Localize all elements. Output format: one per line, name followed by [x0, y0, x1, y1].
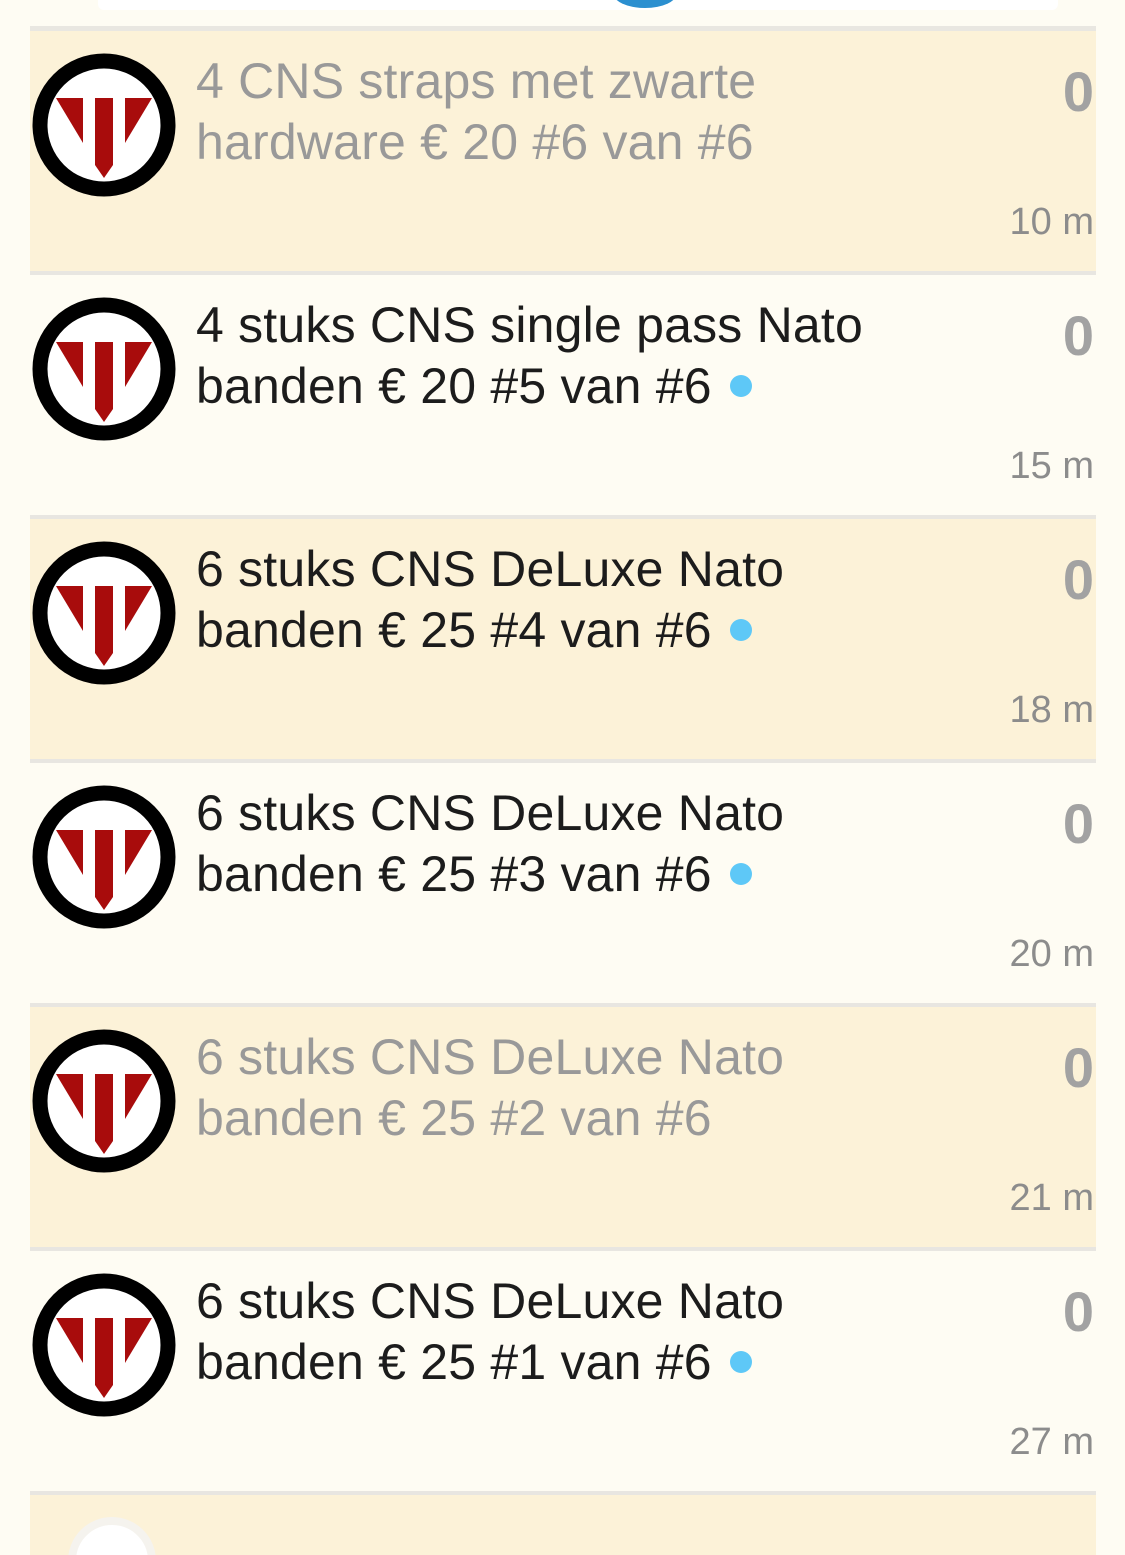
- reply-count: 0: [1062, 792, 1094, 855]
- reply-count: 0: [1062, 60, 1094, 123]
- topic-list: 4 CNS straps met zwarte hardware € 20 #6…: [30, 31, 1096, 1555]
- list-item[interactable]: 6 stuks CNS DeLuxe Nato banden € 25 #4 v…: [30, 519, 1096, 763]
- brand-logo-icon[interactable]: [32, 785, 176, 929]
- unread-indicator-icon: [729, 1351, 752, 1373]
- avatar[interactable]: [68, 1517, 156, 1555]
- list-item-partial[interactable]: [30, 1495, 1096, 1555]
- item-time: 21 m: [1009, 1177, 1094, 1219]
- reply-count: 0: [1062, 304, 1094, 367]
- top-card-edge: [98, 0, 1058, 10]
- brand-logo-icon[interactable]: [32, 1029, 176, 1173]
- item-time: 10 m: [1009, 201, 1094, 243]
- reply-count: 0: [1062, 548, 1094, 611]
- item-title[interactable]: 6 stuks CNS DeLuxe Nato banden € 25 #2 v…: [196, 1027, 916, 1149]
- brand-logo-icon[interactable]: [32, 1273, 176, 1417]
- item-title[interactable]: 6 stuks CNS DeLuxe Nato banden € 25 #4 v…: [196, 539, 916, 661]
- item-time: 18 m: [1009, 689, 1094, 731]
- brand-logo-icon[interactable]: [32, 541, 176, 685]
- item-title[interactable]: 4 stuks CNS single pass Nato banden € 20…: [196, 295, 916, 417]
- unread-indicator-icon: [729, 863, 752, 885]
- list-item[interactable]: 4 stuks CNS single pass Nato banden € 20…: [30, 275, 1096, 519]
- reply-count: 0: [1062, 1280, 1094, 1343]
- item-time: 15 m: [1009, 445, 1094, 487]
- brand-logo-icon[interactable]: [32, 297, 176, 441]
- unread-indicator-icon: [729, 619, 752, 641]
- reply-count: 0: [1062, 1036, 1094, 1099]
- list-item[interactable]: 6 stuks CNS DeLuxe Nato banden € 25 #2 v…: [30, 1007, 1096, 1251]
- item-time: 27 m: [1009, 1421, 1094, 1463]
- brand-logo-icon[interactable]: [32, 53, 176, 197]
- top-action-icon[interactable]: [613, 0, 677, 8]
- list-item[interactable]: 6 stuks CNS DeLuxe Nato banden € 25 #3 v…: [30, 763, 1096, 1007]
- item-title[interactable]: 6 stuks CNS DeLuxe Nato banden € 25 #1 v…: [196, 1271, 916, 1393]
- item-time: 20 m: [1009, 933, 1094, 975]
- item-title[interactable]: 4 CNS straps met zwarte hardware € 20 #6…: [196, 51, 916, 173]
- list-item[interactable]: 4 CNS straps met zwarte hardware € 20 #6…: [30, 31, 1096, 275]
- list-item[interactable]: 6 stuks CNS DeLuxe Nato banden € 25 #1 v…: [30, 1251, 1096, 1495]
- unread-indicator-icon: [729, 375, 752, 397]
- item-title[interactable]: 6 stuks CNS DeLuxe Nato banden € 25 #3 v…: [196, 783, 916, 905]
